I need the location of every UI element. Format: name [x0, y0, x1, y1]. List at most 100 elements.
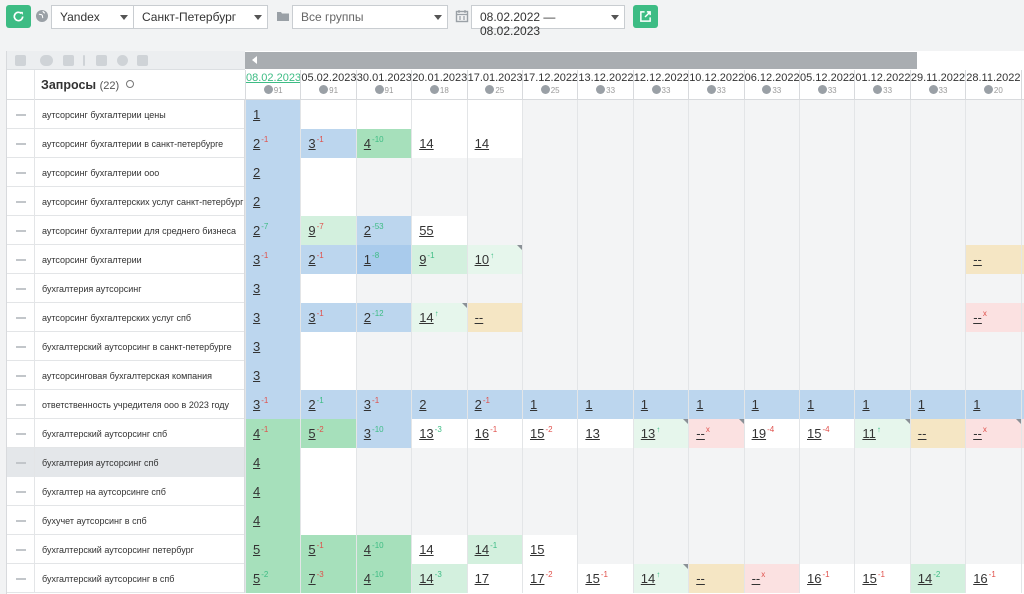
position-cell[interactable]: 3 [245, 303, 301, 332]
position-cell[interactable]: 2 [245, 187, 301, 216]
date-column-header[interactable]: 17.01.2023 25 [466, 70, 523, 100]
position-value[interactable]: 14 [419, 310, 433, 325]
date-column-header[interactable]: 06.12.2022 33 [743, 70, 800, 100]
group-select[interactable]: Все группы [292, 5, 448, 29]
remove-query-icon[interactable] [7, 535, 35, 564]
position-value[interactable]: 16 [973, 571, 987, 586]
table-row[interactable]: аутсорсинг бухгалтерии для среднего бизн… [7, 216, 1024, 245]
position-cell[interactable]: 15 -1 [577, 564, 633, 593]
position-cell[interactable]: -- [688, 564, 744, 593]
position-value[interactable]: 5 [253, 571, 260, 586]
remove-query-icon[interactable] [7, 477, 35, 506]
position-value[interactable]: 1 [641, 397, 648, 412]
position-value[interactable]: 19 [752, 426, 766, 441]
position-value[interactable]: 5 [308, 542, 315, 557]
position-cell[interactable]: 15 -1 [854, 564, 910, 593]
date-column-header[interactable]: 05.02.2023 91 [300, 70, 356, 100]
table-row[interactable]: аутсорсинг бухгалтерии в санкт-петербург… [7, 129, 1024, 158]
position-cell[interactable]: 1 [965, 390, 1021, 419]
position-cell[interactable]: -- x [965, 303, 1021, 332]
position-cell[interactable]: -- x [743, 564, 799, 593]
remove-query-icon[interactable] [7, 332, 35, 361]
date-column-header[interactable]: 20.01.2023 18 [411, 70, 467, 100]
position-value[interactable]: 15 [530, 542, 544, 557]
sort-icon[interactable] [15, 55, 26, 66]
position-value[interactable]: 1 [530, 397, 537, 412]
position-cell[interactable]: 3 -1 [300, 129, 356, 158]
position-value[interactable]: 13 [585, 426, 599, 441]
position-value[interactable]: 3 [253, 281, 260, 296]
position-value[interactable]: 14 [475, 542, 489, 557]
position-cell[interactable]: 2 -7 [245, 216, 301, 245]
position-cell[interactable]: 4 -1 [245, 419, 301, 448]
position-cell[interactable]: -- x [688, 419, 744, 448]
position-value[interactable]: 3 [253, 339, 260, 354]
position-value[interactable]: 9 [308, 223, 315, 238]
position-cell[interactable]: 14 -2 [909, 564, 966, 593]
position-value[interactable]: -- [752, 571, 761, 586]
position-cell[interactable]: 2 -1 [300, 245, 356, 274]
position-value[interactable]: 14 [419, 571, 433, 586]
position-value[interactable]: -- [918, 426, 927, 441]
position-value[interactable]: 2 [253, 136, 260, 151]
position-cell[interactable]: 15 -4 [799, 419, 855, 448]
position-cell[interactable]: 17 -2 [522, 564, 578, 593]
remove-query-icon[interactable] [7, 216, 35, 245]
position-value[interactable]: 3 [308, 136, 315, 151]
position-value[interactable]: 14 [419, 136, 433, 151]
table-row[interactable]: бухгалтерский аутсорсинг петербург 5 5 -1 4-… [7, 535, 1024, 564]
date-column-header[interactable]: 08.02.2023 91 [245, 70, 301, 100]
position-cell[interactable]: 13 -3 [411, 419, 467, 448]
position-cell[interactable]: -- [466, 303, 522, 332]
position-value[interactable]: 1 [253, 107, 260, 122]
position-cell[interactable]: 2 [411, 390, 467, 419]
contrast-icon[interactable] [117, 55, 128, 66]
search-engine-select[interactable]: Yandex [51, 5, 134, 29]
position-cell[interactable]: 15 -2 [522, 419, 578, 448]
position-cell[interactable]: 10 ↑ [466, 245, 523, 274]
table-row[interactable]: бухгалтерия аутсорсинг спб 4 [7, 448, 1024, 477]
date-column-header[interactable]: 29.11.2022 33 [909, 70, 966, 100]
toggle-icon[interactable] [40, 55, 53, 66]
position-cell[interactable]: 15 [522, 535, 578, 564]
position-cell[interactable]: 2 -1 [245, 129, 301, 158]
position-cell[interactable]: 4 -10 [355, 129, 412, 158]
position-value[interactable]: -- [973, 426, 982, 441]
date-column-header[interactable]: 2 [1020, 70, 1024, 100]
position-value[interactable]: 15 [862, 571, 876, 586]
position-value[interactable]: 14 [475, 136, 489, 151]
scroll-left-icon[interactable] [252, 56, 257, 64]
table-row[interactable]: бухучет аутсорсинг в спб 4 [7, 506, 1024, 535]
position-cell[interactable]: 9 -1 [411, 245, 467, 274]
remove-query-icon[interactable] [7, 129, 35, 158]
table-row[interactable]: аутсорсинг бухгалтерских услуг санкт-пет… [7, 187, 1024, 216]
remove-query-icon[interactable] [7, 187, 35, 216]
table-row[interactable]: аутсорсинг бухгалтерии цены 1 [7, 100, 1024, 129]
remove-query-icon[interactable] [7, 303, 35, 332]
position-cell[interactable]: 14 ↑ [632, 564, 689, 593]
position-cell[interactable]: 14 [411, 535, 467, 564]
position-value[interactable]: -- [696, 426, 705, 441]
position-cell[interactable]: 3 -1 [355, 390, 412, 419]
remove-query-icon[interactable] [7, 448, 35, 477]
position-cell[interactable]: 1 [522, 390, 578, 419]
date-column-header[interactable]: 10.12.2022 33 [688, 70, 744, 100]
position-value[interactable]: 9 [419, 252, 426, 267]
table-row[interactable]: бухгалтерский аутсорсинг спб 4 -1 5 -2 3 -10 13… [7, 419, 1024, 448]
position-cell[interactable]: 55 [411, 216, 467, 245]
date-column-header[interactable]: 17.12.2022 25 [522, 70, 578, 100]
position-value[interactable]: 3 [253, 397, 260, 412]
position-value[interactable]: 17 [530, 571, 544, 586]
remove-query-icon[interactable] [7, 361, 35, 390]
position-cell[interactable]: 14 ↑ [411, 303, 467, 332]
remove-query-icon[interactable] [7, 100, 35, 129]
position-value[interactable]: 3 [253, 310, 260, 325]
remove-query-icon[interactable] [7, 506, 35, 535]
position-value[interactable]: 3 [253, 252, 260, 267]
position-value[interactable]: 17 [475, 571, 489, 586]
position-value[interactable]: 2 [419, 397, 426, 412]
position-value[interactable]: -- [973, 252, 982, 267]
search-icon[interactable] [125, 80, 134, 88]
position-value[interactable]: -- [475, 310, 484, 325]
position-cell[interactable]: 14 [411, 129, 467, 158]
